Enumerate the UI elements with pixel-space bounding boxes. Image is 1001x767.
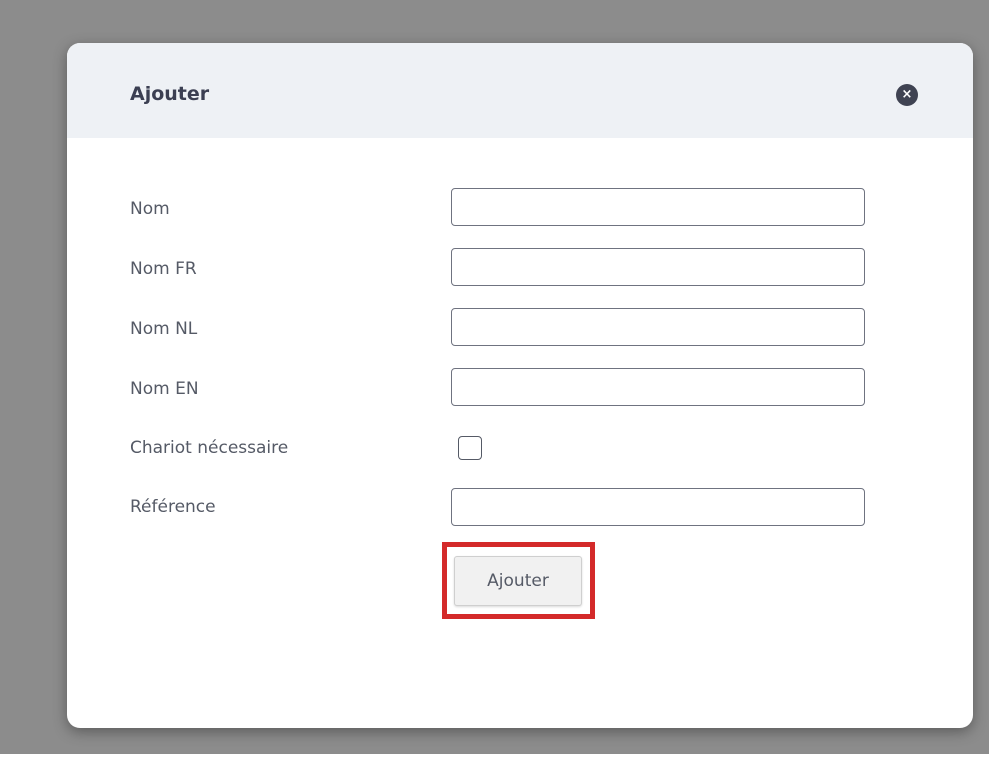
field-label-nom-nl: Nom NL xyxy=(130,319,198,339)
add-dialog: Ajouter × Nom Nom FR Nom NL Nom EN Chari… xyxy=(67,43,973,728)
field-label-nom-en: Nom EN xyxy=(130,379,199,399)
nom-en-input[interactable] xyxy=(451,368,865,406)
dialog-header: Ajouter × xyxy=(67,43,973,138)
field-label-nom: Nom xyxy=(130,199,170,219)
chariot-checkbox[interactable] xyxy=(458,436,482,460)
dialog-title: Ajouter xyxy=(130,83,210,105)
nom-fr-input[interactable] xyxy=(451,248,865,286)
reference-input[interactable] xyxy=(451,488,865,526)
nom-nl-input[interactable] xyxy=(451,308,865,346)
field-label-nom-fr: Nom FR xyxy=(130,259,197,279)
nom-input[interactable] xyxy=(451,188,865,226)
close-icon[interactable]: × xyxy=(896,84,918,106)
ajouter-button[interactable]: Ajouter xyxy=(454,556,582,606)
field-label-chariot: Chariot nécessaire xyxy=(130,438,289,458)
field-label-reference: Référence xyxy=(130,497,216,517)
